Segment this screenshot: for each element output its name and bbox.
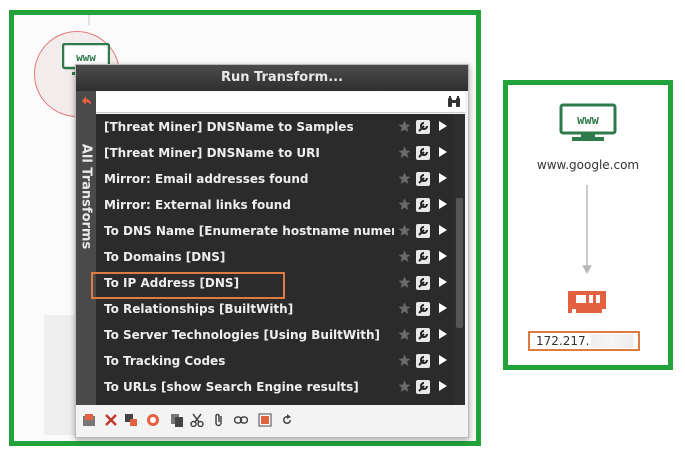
cut-icon[interactable] (190, 413, 204, 427)
star-icon[interactable] (398, 120, 411, 136)
star-icon[interactable] (398, 198, 411, 214)
star-icon[interactable] (398, 276, 411, 292)
star-icon[interactable] (398, 224, 411, 240)
transform-item-label: [Threat Miner] DNSName to Samples (104, 120, 354, 134)
scrollbar-thumb[interactable] (456, 198, 463, 328)
wrench-icon[interactable] (416, 120, 430, 137)
ip-node-label-text: 172.217. (536, 334, 590, 348)
graph-panel-right[interactable]: www www.google.com 172.217. (503, 80, 673, 370)
redacted-blur (591, 334, 634, 348)
transform-item-label: Mirror: External links found (104, 198, 291, 212)
transform-item-label: Mirror: Email addresses found (104, 172, 309, 186)
run-arrow-icon[interactable] (438, 224, 448, 239)
transform-item[interactable]: To DNS Name [Enumerate hostname numeri..… (96, 218, 454, 244)
wrench-icon[interactable] (416, 302, 430, 319)
transform-item[interactable]: Mirror: External links found (96, 192, 454, 218)
transform-item[interactable]: [Threat Miner] DNSName to Samples (96, 114, 454, 140)
transform-item[interactable]: To Domains [DNS] (96, 244, 454, 270)
star-icon[interactable] (398, 328, 411, 344)
star-icon[interactable] (398, 380, 411, 396)
transform-item[interactable]: [Threat Miner] DNSName to URI (96, 140, 454, 166)
run-arrow-icon[interactable] (438, 120, 448, 135)
wrench-icon[interactable] (416, 146, 430, 163)
edge-arrow[interactable] (582, 185, 592, 275)
wrench-icon[interactable] (416, 224, 430, 241)
back-arrow-icon[interactable] (79, 93, 93, 107)
ip-node-icon[interactable] (566, 287, 610, 325)
transform-list-scrollbar[interactable] (454, 114, 465, 405)
wrench-icon[interactable] (416, 276, 430, 293)
wrench-icon[interactable] (416, 198, 430, 215)
transform-item[interactable]: To Relationships [BuiltWith] (96, 296, 454, 322)
transform-item-label: To URLs [show Search Engine results] (104, 380, 359, 394)
star-icon[interactable] (398, 172, 411, 188)
run-arrow-icon[interactable] (438, 172, 448, 187)
binoculars-icon[interactable] (447, 95, 461, 109)
transform-item-label: [Threat Miner] DNSName to URI (104, 146, 320, 160)
link-icon[interactable] (234, 413, 248, 427)
domain-node-icon[interactable]: www (559, 103, 617, 147)
run-arrow-icon[interactable] (438, 380, 448, 395)
dialog-title: Run Transform... (76, 65, 468, 91)
transform-item-label: To Server Technologies [Using BuiltWith] (104, 328, 381, 342)
wrench-icon[interactable] (416, 380, 430, 397)
transform-run-icon[interactable] (124, 413, 138, 427)
all-transforms-tab-label: All Transforms (78, 143, 94, 250)
transform-item-label: To DNS Name [Enumerate hostname numeri..… (104, 224, 394, 238)
star-icon[interactable] (398, 302, 411, 318)
copy-icon[interactable] (170, 413, 184, 427)
run-arrow-icon[interactable] (438, 302, 448, 317)
wrench-icon[interactable] (416, 328, 430, 345)
transform-item-to-ip-address[interactable]: To IP Address [DNS] (96, 270, 454, 296)
run-transform-dialog[interactable]: Run Transform... All Transforms [Threat … (75, 64, 469, 438)
star-icon[interactable] (398, 250, 411, 266)
transform-search-input[interactable] (96, 92, 465, 113)
transform-item-label: To Relationships [BuiltWith] (104, 302, 294, 316)
domain-node-label[interactable]: www.google.com (508, 158, 668, 172)
delete-icon[interactable] (104, 413, 118, 427)
import-icon[interactable] (82, 413, 96, 427)
run-arrow-icon[interactable] (438, 146, 448, 161)
transform-item[interactable]: To Server Technologies [Using BuiltWith] (96, 322, 454, 348)
wrench-icon[interactable] (416, 172, 430, 189)
run-arrow-icon[interactable] (438, 276, 448, 291)
transform-list[interactable]: [Threat Miner] DNSName to Samples [Threa… (96, 114, 454, 405)
transform-item-label: To IP Address [DNS] (104, 276, 240, 290)
entity-icon[interactable] (258, 413, 272, 427)
website-node-icon-text: www (76, 51, 96, 64)
run-arrow-icon[interactable] (438, 354, 448, 369)
domain-node-icon-text: www (577, 113, 599, 127)
transform-item-label: To Domains [DNS] (104, 250, 226, 264)
run-arrow-icon[interactable] (438, 250, 448, 265)
star-icon[interactable] (398, 354, 411, 370)
run-arrow-icon[interactable] (438, 198, 448, 213)
wrench-icon[interactable] (416, 250, 430, 267)
paperclip-icon[interactable] (212, 413, 226, 427)
refresh-icon[interactable] (280, 413, 294, 427)
transform-item[interactable]: To Tracking Codes (96, 348, 454, 374)
transform-item[interactable]: To URLs [show Search Engine results] (96, 374, 454, 400)
machines-icon[interactable] (146, 413, 160, 427)
wrench-icon[interactable] (416, 354, 430, 371)
run-arrow-icon[interactable] (438, 328, 448, 343)
star-icon[interactable] (398, 146, 411, 162)
transform-item[interactable]: Mirror: Email addresses found (96, 166, 454, 192)
all-transforms-tab[interactable]: All Transforms (76, 91, 96, 411)
ip-node-label[interactable]: 172.217. (528, 331, 640, 351)
dialog-toolbar (76, 405, 468, 435)
transform-item-label: To Tracking Codes (104, 354, 226, 368)
